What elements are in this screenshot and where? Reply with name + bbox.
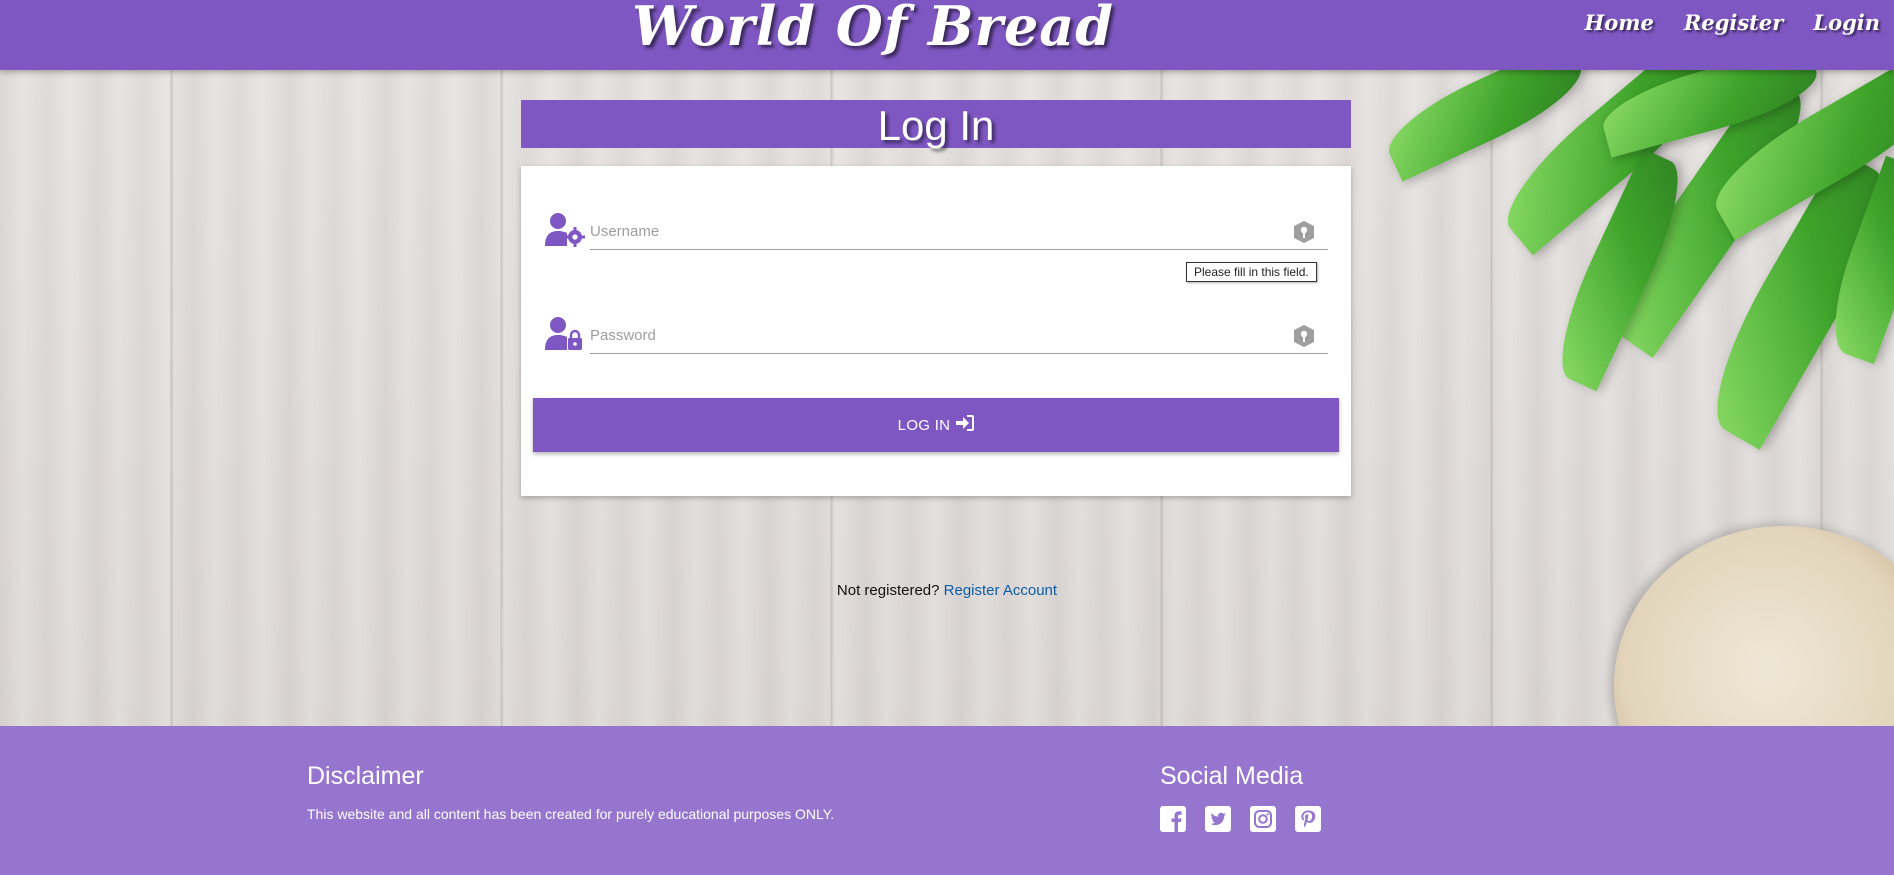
register-account-link[interactable]: Register Account [944, 582, 1057, 599]
facebook-icon[interactable] [1160, 806, 1186, 832]
site-brand[interactable]: World Of Bread [632, 0, 1114, 58]
main-nav: Home Register Login [1584, 10, 1880, 35]
login-button[interactable]: LOG IN [533, 398, 1339, 452]
validation-tooltip: Please fill in this field. [1186, 262, 1317, 282]
pinterest-icon[interactable] [1295, 806, 1321, 832]
login-form-card: Please fill in this field. LOG IN [521, 166, 1351, 496]
key-icon [1293, 324, 1315, 348]
social-media-title: Social Media [1160, 762, 1304, 790]
social-icons [1160, 806, 1321, 832]
register-prompt-text: Not registered? [836, 582, 940, 599]
disclaimer-title: Disclaimer [307, 762, 424, 790]
user-lock-icon [545, 316, 585, 352]
username-input[interactable] [590, 206, 1328, 250]
key-icon [1293, 220, 1315, 244]
bread-slice [1614, 526, 1894, 726]
password-row [545, 310, 1349, 360]
twitter-icon[interactable] [1205, 806, 1231, 832]
password-input[interactable] [590, 310, 1328, 354]
nav-register-link[interactable]: Register [1684, 10, 1783, 35]
nav-home-link[interactable]: Home [1584, 10, 1653, 35]
username-row [545, 206, 1349, 256]
footer: Disclaimer This website and all content … [0, 726, 1894, 875]
top-navbar: World Of Bread Home Register Login [0, 0, 1894, 70]
sign-in-icon [956, 415, 975, 435]
login-button-label: LOG IN [897, 416, 951, 434]
instagram-icon[interactable] [1250, 806, 1276, 832]
nav-login-link[interactable]: Login [1813, 10, 1880, 35]
register-prompt: Not registered? Register Account [0, 582, 1894, 599]
disclaimer-text: This website and all content has been cr… [307, 806, 835, 822]
login-title: Log In [521, 100, 1351, 149]
user-cog-icon [545, 212, 585, 248]
